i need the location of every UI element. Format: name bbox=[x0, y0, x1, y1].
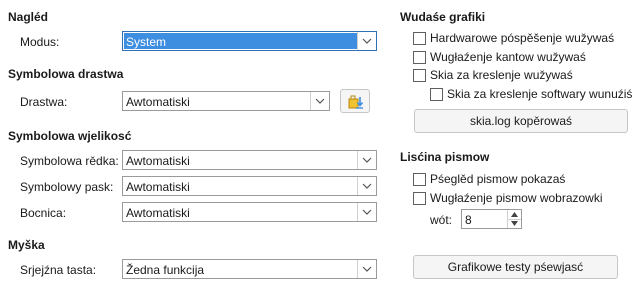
from-size-value: 8 bbox=[465, 213, 472, 227]
wudase-grafiki-heading: Wudaśe grafiki bbox=[400, 10, 486, 24]
nagled-heading: Nagléd bbox=[8, 10, 49, 24]
chevron-down-icon[interactable] bbox=[357, 260, 376, 278]
skia-label: Skia za kreslenje wužywaś bbox=[430, 68, 573, 82]
drastwa-label: Drastwa: bbox=[20, 95, 68, 109]
font-preview-label: Pśeglěd pismow pokazaś bbox=[430, 172, 566, 186]
checkbox-box[interactable] bbox=[413, 69, 426, 82]
symbolowy-pask-value: Awtomatiski bbox=[126, 180, 190, 194]
srjejzna-tasta-value: Žedna funkcija bbox=[126, 263, 205, 277]
symbolowy-pask-label: Symbolowy pask: bbox=[20, 180, 114, 194]
skia-software-label: Skia za kreslenje softwary wunuźiś bbox=[447, 87, 633, 101]
checkbox-box[interactable] bbox=[413, 32, 426, 45]
run-graphics-tests-button[interactable]: Grafikowe testy pśewjasć bbox=[413, 255, 618, 279]
bocnica-dropdown[interactable]: Awtomatiski bbox=[122, 202, 377, 222]
symbolowa-redka-dropdown[interactable]: Awtomatiski bbox=[122, 150, 377, 170]
myska-heading: Myška bbox=[8, 238, 45, 252]
copy-skia-log-button[interactable]: skia.log kopěrowaś bbox=[414, 109, 628, 133]
checkbox-box[interactable] bbox=[413, 51, 426, 64]
chevron-down-icon[interactable] bbox=[310, 92, 329, 110]
screen-font-antialiasing-label: Wugłaźenje pismow wobrazowki bbox=[430, 191, 603, 205]
checkbox-box[interactable] bbox=[413, 192, 426, 205]
chevron-down-icon[interactable] bbox=[357, 32, 376, 50]
antialiasing-label: Wugłaźenje kantow wužywaś bbox=[430, 50, 586, 64]
bocnica-label: Bocnica: bbox=[20, 206, 67, 220]
checkbox-box[interactable] bbox=[430, 88, 443, 101]
from-size-spinbox[interactable]: 8 bbox=[461, 209, 522, 229]
srjejzna-tasta-label: Srjejźna tasta: bbox=[20, 263, 97, 277]
chevron-down-icon[interactable] bbox=[357, 177, 376, 195]
symbolowa-drastwa-heading: Symbolowa drastwa bbox=[8, 67, 124, 81]
drastwa-value: Awtomatiski bbox=[126, 95, 190, 109]
add-icon-theme-button[interactable] bbox=[340, 89, 370, 113]
modus-value: System bbox=[126, 35, 167, 49]
modus-label: Modus: bbox=[20, 35, 60, 49]
symbolowa-redka-value: Awtomatiski bbox=[126, 154, 190, 168]
symbolowa-redka-label: Symbolowa rědka: bbox=[20, 154, 119, 168]
spin-down-icon[interactable] bbox=[508, 219, 521, 228]
bocnica-value: Awtomatiski bbox=[126, 206, 190, 220]
hardware-acceleration-label: Hardwarowe póspěšenje wužywaś bbox=[430, 31, 615, 45]
install-extension-icon bbox=[348, 95, 364, 109]
liscina-pismow-heading: Lisćina pismow bbox=[400, 150, 490, 164]
symbolowa-wjelikosc-heading: Symbolowa wjelikosć bbox=[8, 129, 132, 143]
modus-dropdown[interactable]: System bbox=[122, 31, 377, 51]
srjejzna-tasta-dropdown[interactable]: Žedna funkcija bbox=[122, 259, 377, 279]
drastwa-dropdown[interactable]: Awtomatiski bbox=[122, 91, 330, 111]
from-size-label: wót: bbox=[430, 213, 453, 227]
chevron-down-icon[interactable] bbox=[357, 151, 376, 169]
symbolowy-pask-dropdown[interactable]: Awtomatiski bbox=[122, 176, 377, 196]
checkbox-box[interactable] bbox=[413, 173, 426, 186]
chevron-down-icon[interactable] bbox=[357, 203, 376, 221]
